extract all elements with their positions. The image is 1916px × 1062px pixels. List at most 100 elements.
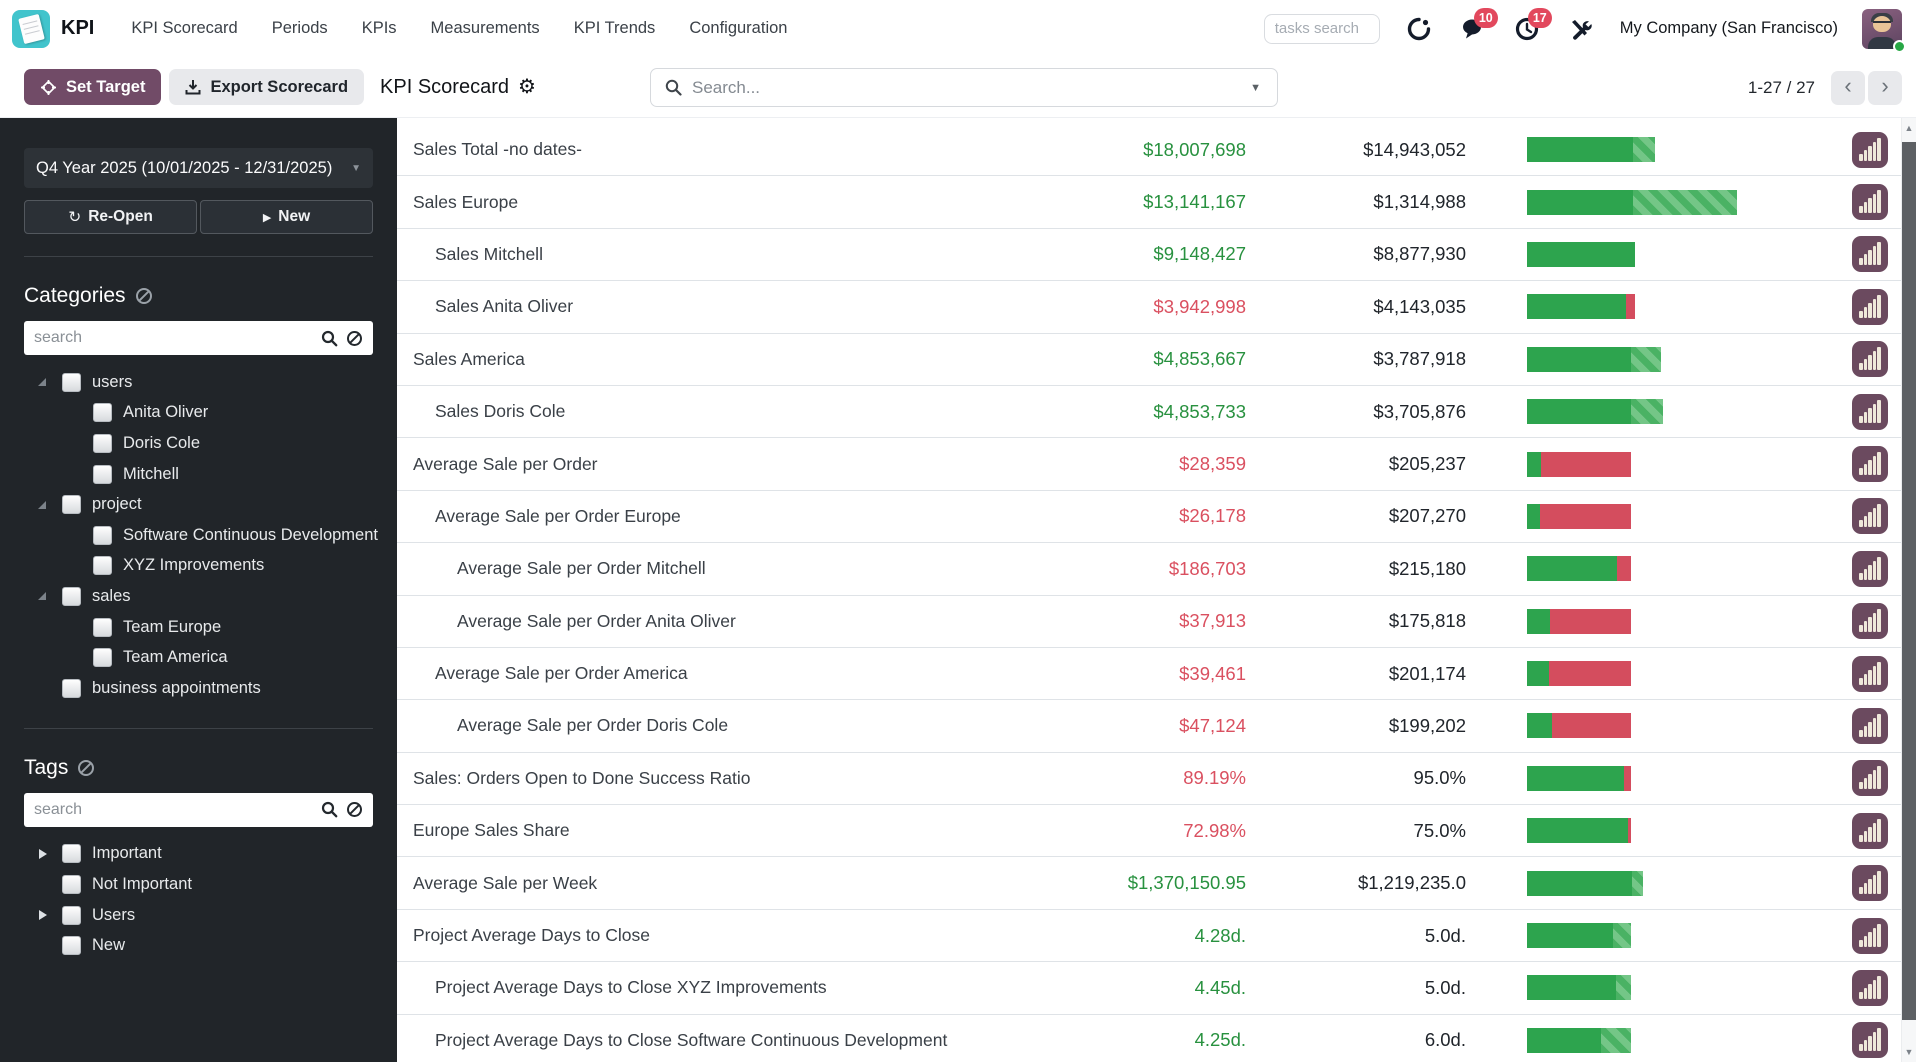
activities-clock-icon[interactable]: 17 xyxy=(1512,7,1552,44)
tree-toggle-icon[interactable] xyxy=(38,910,48,921)
tree-toggle-icon[interactable] xyxy=(69,408,79,418)
kpi-row[interactable]: Sales Total -no dates- $18,007,698 $14,9… xyxy=(397,124,1901,177)
main-menu-item[interactable]: Measurements xyxy=(431,19,540,38)
kpi-trend-chart-button[interactable] xyxy=(1852,603,1888,640)
kpi-row[interactable]: Sales Anita Oliver $3,942,998 $4,143,035 xyxy=(397,281,1901,334)
kpi-trend-chart-button[interactable] xyxy=(1852,393,1888,430)
tree-toggle-icon[interactable] xyxy=(69,561,79,571)
kpi-row[interactable]: Sales Europe $13,141,167 $1,314,988 xyxy=(397,176,1901,229)
kpi-row[interactable]: Average Sale per Order Mitchell $186,703… xyxy=(397,543,1901,596)
tree-item[interactable]: project xyxy=(24,489,373,520)
search-icon[interactable] xyxy=(321,330,338,347)
main-menu-item[interactable]: KPIs xyxy=(362,19,397,38)
clear-tags-icon[interactable] xyxy=(77,759,95,777)
tree-checkbox[interactable] xyxy=(93,464,112,484)
tree-item[interactable]: sales xyxy=(24,581,373,612)
kpi-trend-chart-button[interactable] xyxy=(1852,760,1888,797)
tree-checkbox[interactable] xyxy=(62,936,81,956)
tree-item[interactable]: XYZ Improvements xyxy=(24,551,373,582)
tree-toggle-icon[interactable] xyxy=(38,591,48,601)
main-menu-item[interactable]: KPI Scorecard xyxy=(131,19,237,38)
kpi-trend-chart-button[interactable] xyxy=(1852,236,1888,273)
kpi-trend-chart-button[interactable] xyxy=(1852,969,1888,1006)
kpi-trend-chart-button[interactable] xyxy=(1852,812,1888,849)
tree-toggle-icon[interactable] xyxy=(69,622,79,632)
tree-checkbox[interactable] xyxy=(93,433,112,453)
categories-search-input[interactable] xyxy=(34,329,313,347)
tree-item[interactable]: Doris Cole xyxy=(24,428,373,459)
kpi-trend-chart-button[interactable] xyxy=(1852,707,1888,744)
kpi-trend-chart-button[interactable] xyxy=(1852,446,1888,483)
tree-toggle-icon[interactable] xyxy=(38,879,48,889)
tree-item[interactable]: business appointments xyxy=(24,673,373,704)
kpi-trend-chart-button[interactable] xyxy=(1852,865,1888,902)
tree-checkbox[interactable] xyxy=(93,525,112,545)
kpi-trend-chart-button[interactable] xyxy=(1852,917,1888,954)
tree-item[interactable]: Not Important xyxy=(24,869,373,900)
tree-toggle-icon[interactable] xyxy=(38,377,48,387)
kpi-trend-chart-button[interactable] xyxy=(1852,288,1888,325)
scroll-up-arrow-icon[interactable]: ▲ xyxy=(1902,123,1916,133)
tree-checkbox[interactable] xyxy=(62,495,81,515)
tree-toggle-icon[interactable] xyxy=(38,683,48,693)
tree-item[interactable]: Mitchell xyxy=(24,459,373,490)
kpi-row[interactable]: Project Average Days to Close 4.28d. 5.0… xyxy=(397,910,1901,963)
kpi-row[interactable]: Project Average Days to Close Software C… xyxy=(397,1015,1901,1062)
pager-next-button[interactable]: › xyxy=(1868,70,1902,105)
tree-item[interactable]: Anita Oliver xyxy=(24,398,373,429)
reopen-period-button[interactable]: ↻ Re-Open xyxy=(24,200,197,234)
period-selector[interactable]: Q4 Year 2025 (10/01/2025 - 12/31/2025) ▼ xyxy=(24,148,373,188)
kpi-trend-chart-button[interactable] xyxy=(1852,1022,1888,1059)
kpi-row[interactable]: Europe Sales Share 72.98% 75.0% xyxy=(397,805,1901,858)
kpi-row[interactable]: Average Sale per Week $1,370,150.95 $1,2… xyxy=(397,857,1901,910)
kpi-row[interactable]: Average Sale per Order America $39,461 $… xyxy=(397,648,1901,701)
kpi-row[interactable]: Sales Mitchell $9,148,427 $8,877,930 xyxy=(397,229,1901,282)
messages-icon[interactable]: 10 xyxy=(1458,7,1498,44)
kpi-trend-chart-button[interactable] xyxy=(1852,131,1888,168)
kpi-trend-chart-button[interactable] xyxy=(1852,550,1888,587)
tree-checkbox[interactable] xyxy=(93,648,112,668)
tree-toggle-icon[interactable] xyxy=(38,500,48,510)
kpi-row[interactable]: Average Sale per Order Anita Oliver $37,… xyxy=(397,596,1901,648)
tree-checkbox[interactable] xyxy=(62,874,81,894)
tree-item[interactable]: Software Continuous Development xyxy=(24,520,378,551)
export-scorecard-button[interactable]: Export Scorecard xyxy=(169,69,365,105)
tree-item[interactable]: New xyxy=(24,930,373,961)
tree-toggle-icon[interactable] xyxy=(38,941,48,951)
kpi-trend-chart-button[interactable] xyxy=(1852,498,1888,535)
kpi-row[interactable]: Sales Doris Cole $4,853,733 $3,705,876 xyxy=(397,386,1901,439)
tree-toggle-icon[interactable] xyxy=(69,653,79,663)
tree-toggle-icon[interactable] xyxy=(38,848,48,859)
tree-item[interactable]: Team America xyxy=(24,642,373,673)
kpi-row[interactable]: Average Sale per Order Doris Cole $47,12… xyxy=(397,700,1901,753)
kpi-trend-chart-button[interactable] xyxy=(1852,341,1888,378)
tree-checkbox[interactable] xyxy=(93,556,112,576)
tree-checkbox[interactable] xyxy=(93,617,112,637)
view-settings-gear-icon[interactable]: ⚙ xyxy=(518,77,536,97)
scrollbar-thumb[interactable] xyxy=(1902,142,1916,1020)
kpi-row[interactable]: Project Average Days to Close XYZ Improv… xyxy=(397,962,1901,1015)
kpi-row[interactable]: Sales America $4,853,667 $3,787,918 xyxy=(397,334,1901,386)
main-menu-item[interactable]: Periods xyxy=(272,19,328,38)
tools-icon[interactable] xyxy=(1566,14,1596,44)
kpi-row[interactable]: Average Sale per Order Europe $26,178 $2… xyxy=(397,491,1901,544)
tree-checkbox[interactable] xyxy=(62,372,81,392)
clear-categories-icon[interactable] xyxy=(135,287,153,305)
main-menu-item[interactable]: KPI Trends xyxy=(574,19,656,38)
tree-checkbox[interactable] xyxy=(62,905,81,925)
kpi-row[interactable]: Sales: Orders Open to Done Success Ratio… xyxy=(397,753,1901,806)
company-switcher[interactable]: My Company (San Francisco) xyxy=(1620,19,1838,38)
tree-checkbox[interactable] xyxy=(62,844,81,864)
discuss-icon[interactable] xyxy=(1404,14,1434,44)
tree-checkbox[interactable] xyxy=(62,586,81,606)
search-icon[interactable] xyxy=(321,801,338,818)
search-dropdown-toggle[interactable]: ▼ xyxy=(1246,76,1265,100)
tags-search-input[interactable] xyxy=(34,800,313,819)
scroll-down-arrow-icon[interactable]: ▼ xyxy=(1902,1047,1916,1057)
set-target-button[interactable]: Set Target xyxy=(24,69,162,105)
app-logo-icon[interactable] xyxy=(12,9,50,48)
tree-item[interactable]: Important xyxy=(24,839,373,870)
main-menu-item[interactable]: Configuration xyxy=(689,19,787,38)
kpi-trend-chart-button[interactable] xyxy=(1852,184,1888,221)
tree-toggle-icon[interactable] xyxy=(69,469,79,479)
